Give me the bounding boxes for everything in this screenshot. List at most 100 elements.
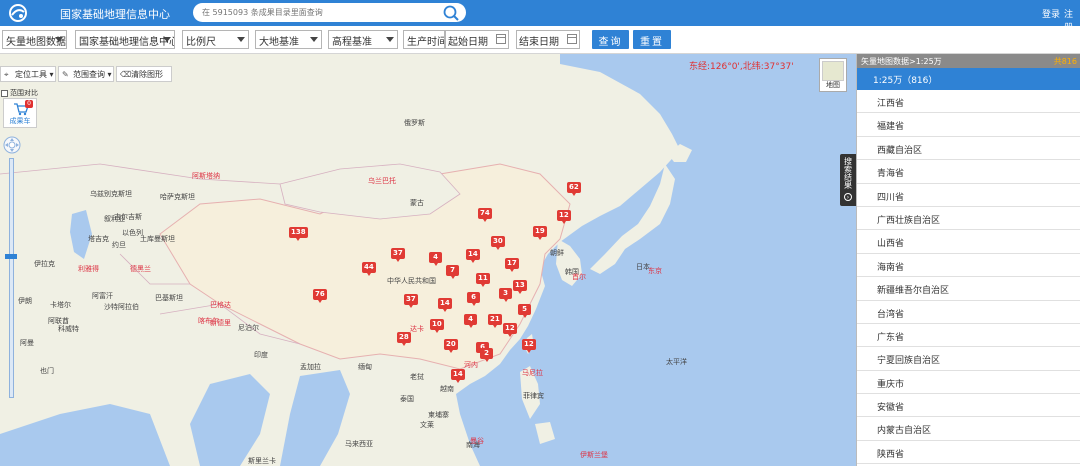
result-count-marker[interactable]: 62 (567, 182, 581, 196)
province-item[interactable]: 江西省 (857, 90, 1080, 114)
zoom-slider[interactable] (9, 158, 14, 398)
data-type-select[interactable]: 矢量地图数据 (2, 30, 67, 49)
result-count-marker[interactable]: 28 (397, 332, 411, 346)
result-count-marker[interactable]: 37 (404, 294, 418, 308)
basemap-thumbnail (822, 61, 844, 81)
result-count-marker[interactable]: 37 (391, 248, 405, 262)
locate-tool-button[interactable]: ⌖ 定位工具 ▾ (0, 66, 56, 82)
cart-count-badge: 0 (25, 100, 33, 108)
place-label: 乌兰巴托 (368, 177, 396, 185)
province-item[interactable]: 台湾省 (857, 301, 1080, 324)
result-count-marker[interactable]: 20 (444, 339, 458, 353)
chevron-right-icon: › (844, 193, 852, 201)
place-label: 泰国 (400, 395, 414, 403)
province-item[interactable]: 福建省 (857, 113, 1080, 137)
place-label: 印度 (254, 351, 268, 359)
checkbox-icon[interactable] (1, 89, 8, 97)
place-label: 科威特 (58, 325, 79, 333)
province-item[interactable]: 重庆市 (857, 371, 1080, 395)
province-item[interactable]: 安徽省 (857, 394, 1080, 418)
province-item[interactable]: 四川省 (857, 184, 1080, 207)
sidebar-selected-scale[interactable]: 1:25万（816） (857, 68, 1080, 90)
scale-select[interactable]: 比例尺 (182, 30, 249, 49)
result-count-marker[interactable]: 6 (467, 292, 480, 306)
result-count-marker[interactable]: 17 (505, 258, 519, 272)
reset-button[interactable]: 重置 (633, 30, 671, 49)
result-count-marker[interactable]: 5 (518, 304, 531, 318)
start-date-input[interactable]: 起始日期 (445, 30, 509, 49)
place-label: 巴格达 (210, 301, 231, 309)
agency-value: 国家基础地理信息中心 (79, 37, 175, 48)
globe-logo-icon[interactable] (8, 3, 28, 23)
search-input[interactable] (202, 5, 432, 20)
place-label: 伊拉克 (34, 260, 55, 268)
result-count-marker[interactable]: 14 (466, 249, 480, 263)
result-cart-button[interactable]: 0 成果车 (3, 98, 37, 128)
place-label: 乌兹别克斯坦 (90, 190, 132, 198)
place-label: 菲律宾 (523, 392, 544, 400)
pan-control-icon[interactable] (2, 134, 22, 156)
login-link[interactable]: 登录 (1042, 7, 1060, 20)
result-count-marker[interactable]: 30 (491, 236, 505, 250)
place-label: 东京 (648, 267, 662, 275)
result-count-marker[interactable]: 76 (313, 289, 327, 303)
province-item[interactable]: 宁夏回族自治区 (857, 347, 1080, 371)
result-count-marker[interactable]: 12 (557, 210, 571, 224)
result-count-marker[interactable]: 2 (480, 348, 493, 362)
agency-select[interactable]: 国家基础地理信息中心 (75, 30, 175, 49)
result-count-marker[interactable]: 12 (522, 339, 536, 353)
app-title: 国家基础地理信息中心 (60, 8, 170, 21)
calendar-icon[interactable] (567, 34, 577, 44)
filter-bar: 矢量地图数据 国家基础地理信息中心 比例尺 大地基准 高程基准 生产时间 起始日… (0, 26, 1080, 54)
result-count-marker[interactable]: 44 (362, 262, 376, 276)
province-item[interactable]: 广西壮族自治区 (857, 207, 1080, 231)
result-count-marker[interactable]: 14 (438, 298, 452, 312)
province-item[interactable]: 广东省 (857, 324, 1080, 348)
query-button[interactable]: 查询 (592, 30, 629, 49)
zoom-slider-handle[interactable] (5, 254, 17, 259)
basemap-switcher[interactable]: 地图 (819, 58, 847, 92)
range-compare-checkbox[interactable]: 范围对比 (1, 88, 38, 98)
province-item[interactable]: 海南省 (857, 254, 1080, 278)
province-item[interactable]: 新疆维吾尔自治区 (857, 277, 1080, 301)
geodetic-datum-select[interactable]: 大地基准 (255, 30, 322, 49)
province-item[interactable]: 青海省 (857, 160, 1080, 184)
result-count-marker[interactable]: 19 (533, 226, 547, 240)
sidebar-header: 矢量地图数据>1:25万 共816 (857, 54, 1080, 68)
place-label: 越南 (440, 385, 454, 393)
result-count-marker[interactable]: 11 (476, 273, 490, 287)
cart-label: 成果车 (9, 117, 31, 125)
clear-shapes-button[interactable]: ⌫ 清除图形 (116, 66, 172, 82)
result-count-marker[interactable]: 138 (289, 227, 308, 241)
range-query-button[interactable]: ✎ 范围查询 ▾ (58, 66, 114, 82)
place-label: 哈萨克斯坦 (160, 193, 195, 201)
result-count-marker[interactable]: 13 (513, 280, 527, 294)
place-label: 尼泊尔 (238, 324, 259, 332)
place-label: 沙特阿拉伯 (104, 303, 139, 311)
province-item[interactable]: 西藏自治区 (857, 137, 1080, 161)
result-count-marker[interactable]: 3 (499, 288, 512, 302)
result-count-marker[interactable]: 21 (488, 314, 502, 328)
basemap-label: 地图 (826, 81, 840, 89)
search-results-tab[interactable]: 搜索结果 › (840, 154, 856, 206)
place-label: 叙利亚 (104, 215, 125, 223)
result-count-marker[interactable]: 14 (451, 369, 465, 383)
place-label: 老挝 (410, 373, 424, 381)
calendar-icon[interactable] (496, 34, 506, 44)
search-icon[interactable] (442, 4, 460, 21)
result-count-marker[interactable]: 7 (446, 265, 459, 279)
place-label: 首尔 (572, 273, 586, 281)
result-count-marker[interactable]: 4 (464, 314, 477, 328)
result-count-marker[interactable]: 12 (503, 323, 517, 337)
province-item[interactable]: 山西省 (857, 230, 1080, 254)
result-count-marker[interactable]: 74 (478, 208, 492, 222)
province-item[interactable]: 内蒙古自治区 (857, 417, 1080, 441)
province-item[interactable]: 陕西省 (857, 441, 1080, 465)
elevation-datum-select[interactable]: 高程基准 (328, 30, 398, 49)
map-view[interactable]: 东经:126°0',北纬:37°37' 地图 ⌖ 定位工具 ▾ ✎ 范围查询 ▾ ⌫… (0, 54, 856, 466)
chevron-down-icon (55, 37, 63, 42)
result-count-marker[interactable]: 10 (430, 319, 444, 333)
result-count-marker[interactable]: 4 (429, 252, 442, 266)
end-date-input[interactable]: 结束日期 (516, 30, 580, 49)
place-label: 马尼拉 (522, 369, 543, 377)
